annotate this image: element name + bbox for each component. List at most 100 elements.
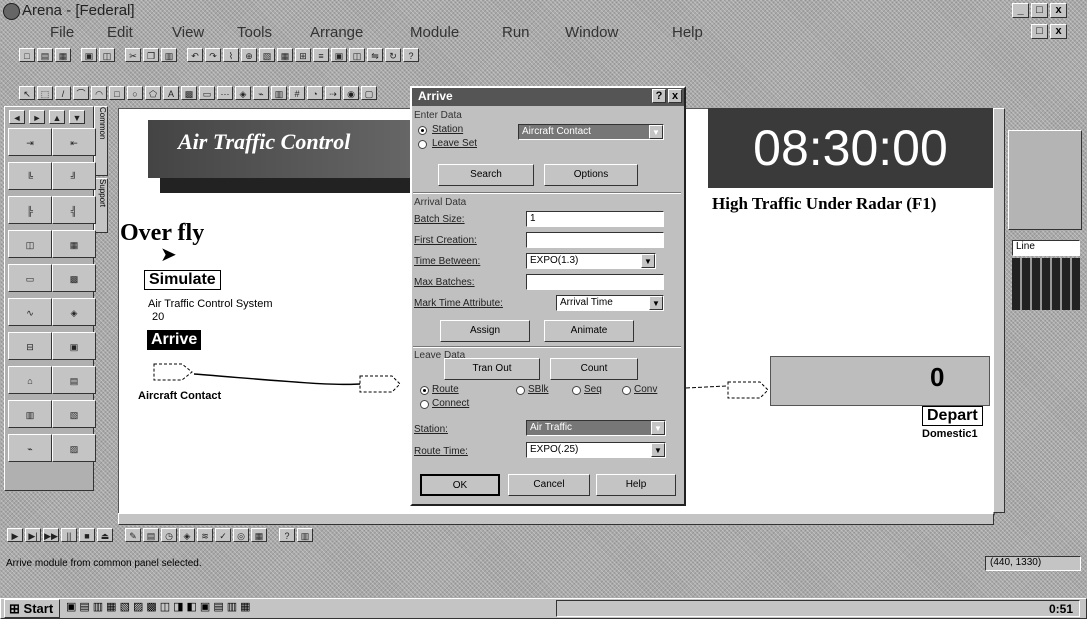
menu-arrange[interactable]: Arrange — [310, 24, 363, 41]
layer-icon[interactable]: ▧ — [259, 48, 275, 62]
palette-module-icon[interactable]: ╣ — [52, 196, 96, 224]
chevron-down-icon[interactable]: ▼ — [651, 443, 665, 457]
end-icon[interactable]: ⏏ — [97, 528, 113, 542]
undo-icon[interactable]: ↶ — [187, 48, 203, 62]
palette-module-icon[interactable]: ⇥ — [8, 128, 52, 156]
station-icon[interactable]: ◉ — [343, 86, 359, 100]
leave-set-radio[interactable] — [418, 140, 427, 149]
print-icon[interactable]: ▣ — [81, 48, 97, 62]
text-icon[interactable]: A — [163, 86, 179, 100]
preview-icon[interactable]: ◫ — [99, 48, 115, 62]
palette-module-icon[interactable]: ▥ — [8, 400, 52, 428]
cut-icon[interactable]: ✂ — [125, 48, 141, 62]
circle-icon[interactable]: ○ — [127, 86, 143, 100]
fast-forward-icon[interactable]: ▶▶ — [43, 528, 59, 542]
palette-module-icon[interactable]: ╚ — [8, 162, 52, 190]
palette-module-icon[interactable]: ▨ — [52, 434, 96, 462]
menu-run[interactable]: Run — [502, 24, 530, 41]
first-creation-input[interactable] — [526, 232, 664, 248]
palette-module-icon[interactable]: ⊟ — [8, 332, 52, 360]
palette-scroll-icon[interactable]: ▼ — [69, 110, 85, 124]
palette-module-icon[interactable]: ▤ — [52, 366, 96, 394]
animate-button[interactable]: Animate — [544, 320, 634, 342]
line-color-icon[interactable]: ▭ — [199, 86, 215, 100]
pause-icon[interactable]: || — [61, 528, 77, 542]
station-combo[interactable]: Aircraft Contact ▼ — [518, 124, 664, 140]
rotate-icon[interactable]: ↻ — [385, 48, 401, 62]
maximize-button[interactable]: □ — [1031, 3, 1048, 18]
batch-size-input[interactable]: 1 — [526, 211, 664, 227]
variable-icon[interactable]: # — [289, 86, 305, 100]
palette-tab-support[interactable]: Support — [94, 178, 108, 233]
help-button[interactable]: Help — [596, 474, 676, 496]
menu-window[interactable]: Window — [565, 24, 618, 41]
connect-icon[interactable]: ⌇ — [223, 48, 239, 62]
station-radio[interactable] — [418, 126, 427, 135]
palette-module-icon[interactable]: ⇤ — [52, 128, 96, 156]
count-button[interactable]: Count — [550, 358, 638, 380]
step-icon[interactable]: ▶| — [25, 528, 41, 542]
conv-radio[interactable] — [622, 386, 631, 395]
tran-out-button[interactable]: Tran Out — [444, 358, 540, 380]
dialog-close-button[interactable]: x — [668, 89, 682, 103]
cancel-button[interactable]: Cancel — [508, 474, 590, 496]
arc-icon[interactable]: ◠ — [91, 86, 107, 100]
start-button[interactable]: ⊞ Start — [4, 599, 60, 618]
menu-tools[interactable]: Tools — [237, 24, 272, 41]
polygon-icon[interactable]: ⬠ — [145, 86, 161, 100]
animate-icon[interactable]: ◎ — [233, 528, 249, 542]
seq-radio[interactable] — [572, 386, 581, 395]
dialog-help-button[interactable]: ? — [652, 89, 666, 103]
palette-scroll-icon[interactable]: ◄ — [9, 110, 25, 124]
palette-tab-common[interactable]: Common — [94, 106, 108, 176]
palette-module-icon[interactable]: ▭ — [8, 264, 52, 292]
sblk-radio[interactable] — [516, 386, 525, 395]
palette-module-icon[interactable]: ◫ — [8, 230, 52, 258]
quick-launch-icons[interactable]: ▣▤▥▦▧▨▩◫◨◧▣▤▥▦ — [66, 600, 366, 616]
menu-edit[interactable]: Edit — [107, 24, 133, 41]
app-icon[interactable] — [3, 3, 20, 20]
line-style-select[interactable]: Line — [1012, 240, 1080, 256]
menu-view[interactable]: View — [172, 24, 204, 41]
grid-icon[interactable]: ▦ — [277, 48, 293, 62]
polyline-icon[interactable]: ⌒ — [73, 86, 89, 100]
chevron-down-icon[interactable]: ▼ — [641, 254, 655, 268]
snap-icon[interactable]: ⊞ — [295, 48, 311, 62]
mark-time-combo[interactable]: Arrival Time ▼ — [556, 295, 664, 311]
menu-help[interactable]: Help — [672, 24, 703, 41]
chevron-down-icon[interactable]: ▼ — [651, 421, 665, 435]
redo-icon[interactable]: ↷ — [205, 48, 221, 62]
flip-icon[interactable]: ⇋ — [367, 48, 383, 62]
route-icon[interactable]: ⇢ — [325, 86, 341, 100]
trace-icon[interactable]: ≋ — [197, 528, 213, 542]
clock-icon[interactable]: ◔ — [307, 86, 323, 100]
zoom-icon[interactable]: ⊕ — [241, 48, 257, 62]
assign-button[interactable]: Assign — [440, 320, 530, 342]
route-station-shape[interactable] — [359, 375, 401, 393]
select-icon[interactable]: ⬚ — [37, 86, 53, 100]
palette-module-icon[interactable]: ∿ — [8, 298, 52, 326]
search-button[interactable]: Search — [438, 164, 534, 186]
palette-module-icon[interactable]: ◈ — [52, 298, 96, 326]
time-between-combo[interactable]: EXPO(1.3) ▼ — [526, 253, 656, 269]
arrive-station-shape[interactable] — [153, 363, 193, 381]
vertical-scrollbar[interactable] — [993, 108, 1005, 513]
histogram-icon[interactable]: ▥ — [271, 86, 287, 100]
check-icon[interactable]: ✓ — [215, 528, 231, 542]
minimize-button[interactable]: _ — [1012, 3, 1029, 18]
depart-station-shape[interactable] — [727, 381, 769, 399]
queue-icon[interactable]: ⋯ — [217, 86, 233, 100]
palette-module-icon[interactable]: ⌁ — [8, 434, 52, 462]
monitor-icon[interactable]: ▤ — [143, 528, 159, 542]
horizontal-scrollbar[interactable] — [118, 513, 994, 525]
arrive-module[interactable]: Arrive — [147, 330, 202, 350]
storage-icon[interactable]: ▢ — [361, 86, 377, 100]
new-file-icon[interactable]: □ — [19, 48, 35, 62]
pencil-icon[interactable]: ✎ — [125, 528, 141, 542]
palette-module-icon[interactable]: ▣ — [52, 332, 96, 360]
copy-icon[interactable]: ❐ — [143, 48, 159, 62]
route-radio[interactable] — [420, 386, 429, 395]
close-button[interactable]: x — [1050, 3, 1067, 18]
chevron-down-icon[interactable]: ▼ — [649, 125, 663, 139]
palette-module-icon[interactable]: ▦ — [52, 230, 96, 258]
